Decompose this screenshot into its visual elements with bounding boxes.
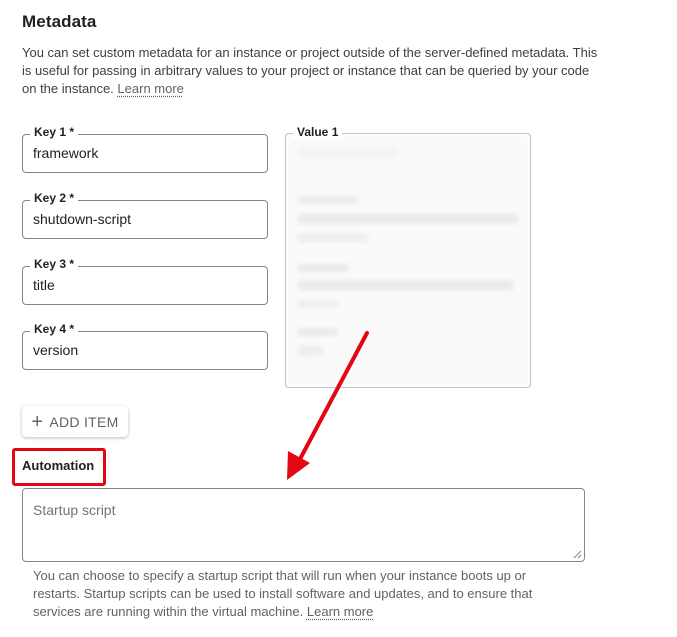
metadata-description: You can set custom metadata for an insta…: [22, 44, 602, 98]
automation-title: Automation: [22, 458, 95, 473]
value-1-field[interactable]: Value 1: [285, 125, 531, 388]
redacted-value-content: [286, 134, 530, 387]
startup-script-textarea[interactable]: Startup script: [22, 488, 585, 562]
startup-script-placeholder: Startup script: [33, 502, 116, 518]
plus-icon: +: [31, 410, 44, 433]
key-4-field[interactable]: Key 4 * version: [22, 322, 268, 370]
key-1-value: framework: [33, 145, 99, 161]
key-3-field[interactable]: Key 3 * title: [22, 257, 268, 305]
key-1-field[interactable]: Key 1 * framework: [22, 125, 268, 173]
add-item-button[interactable]: + ADD ITEM: [22, 406, 128, 437]
startup-script-help: You can choose to specify a startup scri…: [33, 567, 573, 621]
metadata-title: Metadata: [22, 12, 97, 31]
value-1-label: Value 1: [293, 125, 343, 139]
resize-handle-icon[interactable]: [573, 550, 582, 559]
metadata-learn-more-link[interactable]: Learn more: [117, 81, 183, 96]
key-1-label: Key 1 *: [30, 125, 79, 139]
key-3-label: Key 3 *: [30, 257, 79, 271]
add-item-label: ADD ITEM: [49, 413, 119, 430]
startup-learn-more-link[interactable]: Learn more: [307, 604, 373, 619]
key-2-field[interactable]: Key 2 * shutdown-script: [22, 191, 268, 239]
key-3-value: title: [33, 277, 55, 293]
key-2-label: Key 2 *: [30, 191, 79, 205]
startup-script-help-text: You can choose to specify a startup scri…: [33, 568, 533, 619]
key-2-value: shutdown-script: [33, 211, 132, 227]
metadata-description-text: You can set custom metadata for an insta…: [22, 45, 598, 96]
key-4-label: Key 4 *: [30, 322, 79, 336]
key-4-value: version: [33, 342, 79, 358]
